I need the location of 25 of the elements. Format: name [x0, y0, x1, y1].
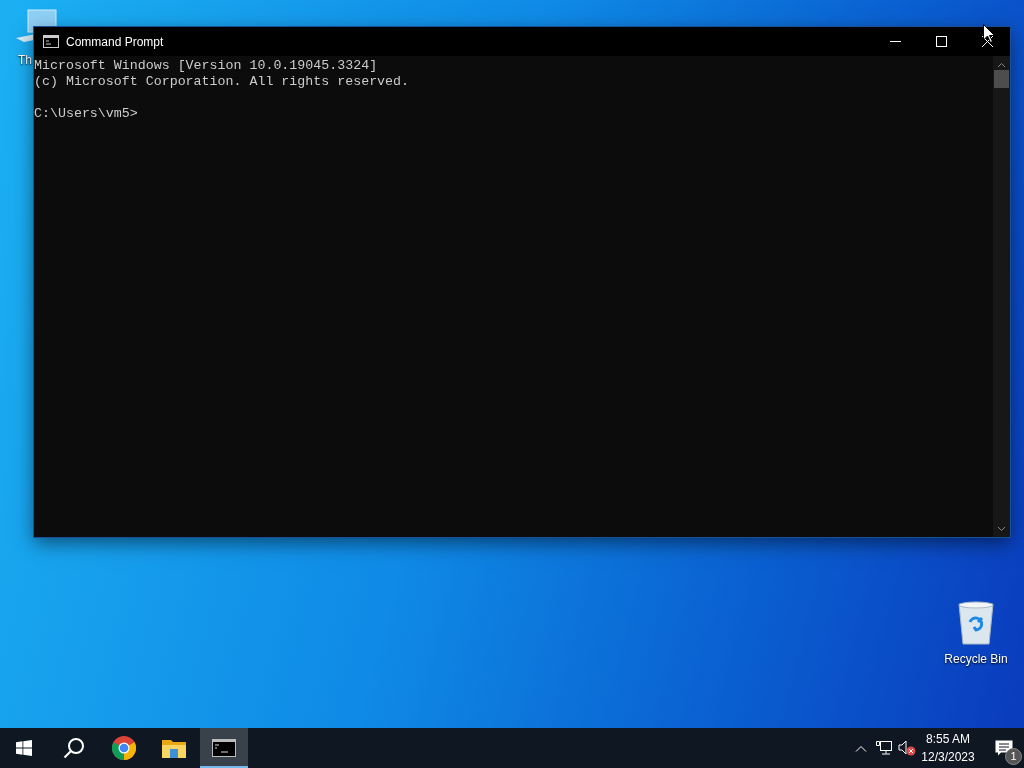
clock[interactable]: 8:55 AM 12/3/2023 [920, 728, 976, 768]
scroll-thumb[interactable] [994, 70, 1009, 88]
scroll-down-icon[interactable] [997, 526, 1006, 532]
start-icon [16, 740, 32, 756]
close-icon [981, 36, 993, 47]
message-icon [995, 740, 1013, 756]
recycle-bin-icon [956, 600, 996, 646]
scrollbar[interactable] [993, 56, 1010, 537]
search-icon [63, 737, 85, 759]
notification-button[interactable]: 1 [984, 728, 1024, 768]
clock-time: 8:55 AM [926, 731, 970, 748]
console-icon [43, 35, 59, 48]
console-line: (c) Microsoft Corporation. All rights reserved. [34, 74, 410, 90]
scroll-up-icon[interactable] [997, 62, 1006, 68]
window-title: Command Prompt [66, 34, 165, 49]
maximize-icon [935, 36, 947, 47]
chrome-icon [112, 736, 136, 760]
folder-icon [162, 738, 186, 758]
command-prompt[interactable]: C:\Users\vm5> [34, 106, 138, 122]
console-icon [212, 739, 236, 757]
console-line: Microsoft Windows [Version 10.0.19045.3324] [34, 58, 378, 74]
clock-date: 12/3/2023 [921, 749, 975, 766]
desktop-icon-label[interactable]: Recycle Bin [944, 652, 1008, 666]
notification-count: 1 [1005, 748, 1022, 765]
taskbar-button[interactable] [200, 728, 248, 768]
